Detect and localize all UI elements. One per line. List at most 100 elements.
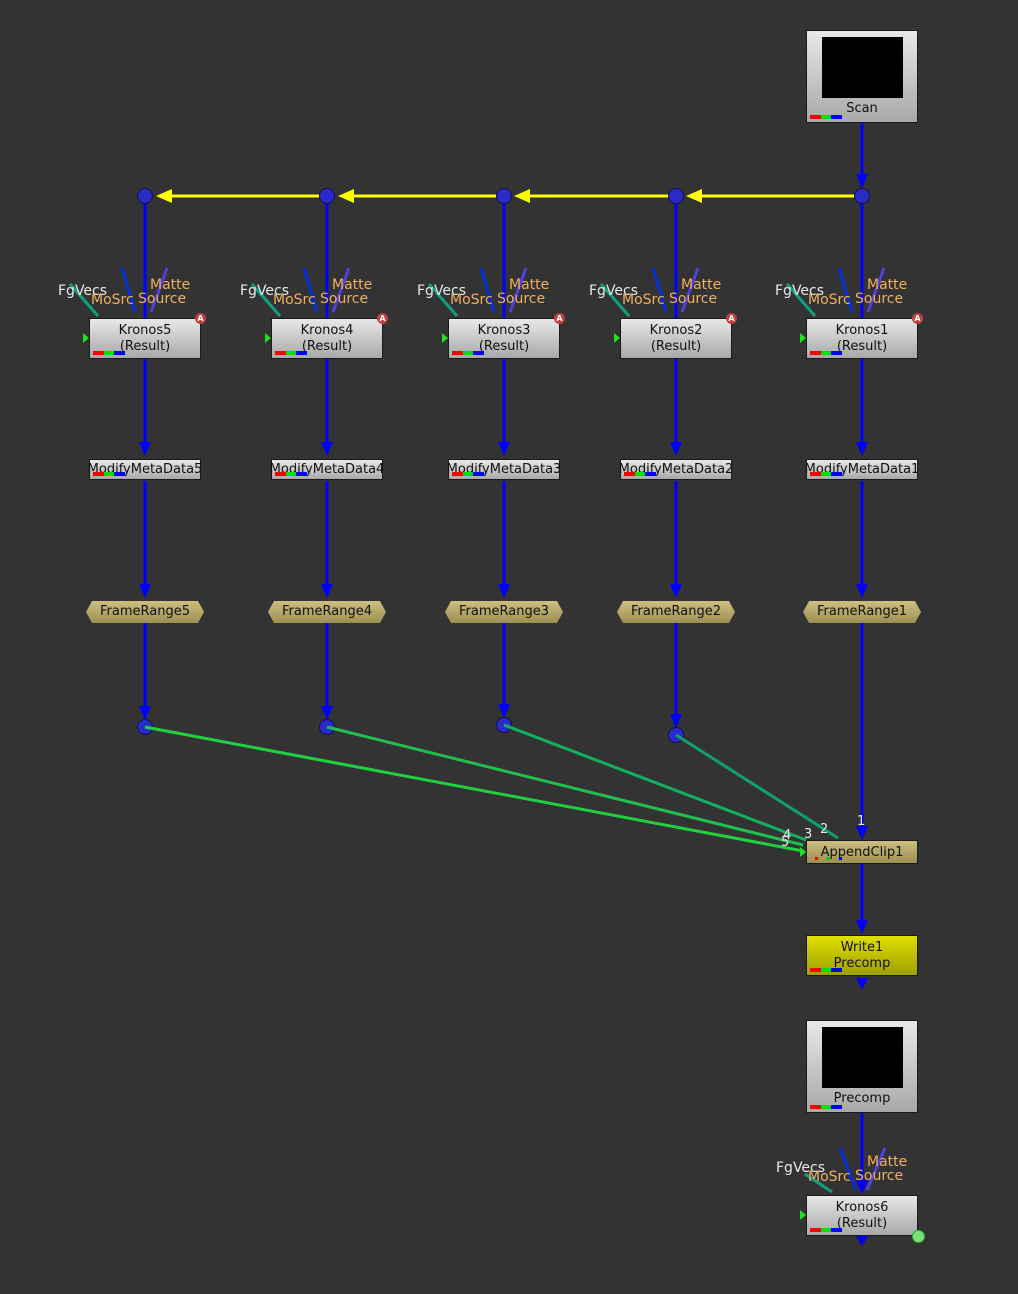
input-label-source: Source	[497, 291, 546, 307]
arrowhead	[139, 442, 151, 456]
mask-input-arrow[interactable]	[800, 1210, 806, 1220]
node-label: ModifyMetaData3	[446, 462, 562, 477]
arrowhead	[670, 714, 682, 728]
read-node-precomp[interactable]: Precomp	[806, 1020, 918, 1113]
node-label: Kronos5	[118, 323, 172, 338]
viewer-indicator-icon	[912, 1230, 925, 1243]
channel-indicator	[810, 968, 843, 972]
arrowhead	[139, 706, 151, 720]
appendclip-node[interactable]: AppendClip1	[800, 840, 918, 864]
channel-indicator	[810, 472, 843, 476]
arrowhead	[498, 584, 510, 598]
node-label: Kronos4	[300, 323, 354, 338]
channel-indicator	[452, 472, 485, 476]
input-label-mosrc: MoSrc	[808, 1169, 851, 1185]
framerange-node-5[interactable]: FrameRange5	[86, 601, 204, 623]
dot-node[interactable]	[137, 188, 153, 204]
input-label-mosrc: MoSrc	[273, 292, 316, 308]
kronos-node-5[interactable]: Kronos5 (Result) A	[83, 313, 206, 359]
dot-node[interactable]	[496, 188, 512, 204]
channel-indicator	[624, 472, 657, 476]
mask-input-arrow[interactable]	[442, 333, 448, 343]
channel-indicator	[93, 351, 126, 355]
read-node-scan[interactable]: Scan	[806, 30, 918, 123]
input-label-mosrc: MoSrc	[622, 292, 665, 308]
node-label: FrameRange4	[282, 604, 372, 619]
channel-indicator	[815, 856, 845, 860]
modifymetadata-node-1[interactable]: ModifyMetaData1	[805, 459, 919, 480]
node-label: Kronos1	[835, 323, 889, 338]
input-label-source: Source	[855, 1168, 904, 1184]
animation-badge-icon: A	[554, 313, 565, 324]
framerange-node-1[interactable]: FrameRange1	[803, 601, 921, 623]
mask-input-arrow[interactable]	[83, 333, 89, 343]
write-node[interactable]: Write1 Precomp	[806, 935, 918, 976]
append-links	[144, 723, 839, 853]
input-label-mosrc: MoSrc	[450, 292, 493, 308]
input-label-source: Source	[138, 291, 187, 307]
node-label: FrameRange5	[100, 604, 190, 619]
animation-badge-icon: A	[912, 313, 923, 324]
input-label-source: Source	[669, 291, 718, 307]
node-label: Kronos6	[835, 1200, 889, 1215]
channel-indicator	[810, 115, 843, 119]
input-label-mosrc: MoSrc	[808, 292, 851, 308]
channel-indicator	[810, 1228, 843, 1232]
arrowhead	[670, 442, 682, 456]
dot-node[interactable]	[854, 188, 870, 204]
node-sublabel: (Result)	[650, 339, 702, 354]
animation-badge-icon: A	[377, 313, 388, 324]
append-input-label-1: 1	[857, 814, 866, 829]
node-label: ModifyMetaData4	[269, 462, 385, 477]
arrowhead	[321, 442, 333, 456]
input-label-source: Source	[320, 291, 369, 307]
node-label: FrameRange2	[631, 604, 721, 619]
kronos-node-6[interactable]: Kronos6 (Result)	[800, 1195, 925, 1243]
thumbnail	[822, 1027, 903, 1088]
node-label: ModifyMetaData5	[87, 462, 203, 477]
arrowhead	[856, 584, 868, 598]
node-label: FrameRange1	[817, 604, 907, 619]
dot-node[interactable]	[319, 188, 335, 204]
arrowhead	[139, 584, 151, 598]
node-label: ModifyMetaData2	[618, 462, 734, 477]
node-label: Kronos3	[477, 323, 531, 338]
modifymetadata-node-2[interactable]: ModifyMetaData2	[619, 459, 733, 480]
node-label: Write1	[840, 940, 884, 955]
modifymetadata-node-3[interactable]: ModifyMetaData3	[447, 459, 561, 480]
kronos-node-2[interactable]: Kronos2 (Result) A	[614, 313, 737, 359]
channel-indicator	[93, 472, 126, 476]
channel-indicator	[275, 351, 308, 355]
dot-node[interactable]	[668, 188, 684, 204]
animation-badge-icon: A	[726, 313, 737, 324]
node-label: FrameRange3	[459, 604, 549, 619]
arrowhead	[856, 442, 868, 456]
channel-indicator	[810, 1105, 843, 1109]
arrowhead	[321, 706, 333, 720]
channel-indicator	[452, 351, 485, 355]
mask-input-arrow[interactable]	[800, 333, 806, 343]
framerange-node-3[interactable]: FrameRange3	[445, 601, 563, 623]
modifymetadata-node-4[interactable]: ModifyMetaData4	[270, 459, 384, 480]
arrowhead	[498, 442, 510, 456]
node-label: AppendClip1	[820, 845, 904, 860]
kronos-node-4[interactable]: Kronos4 (Result) A	[265, 313, 388, 359]
framerange-node-4[interactable]: FrameRange4	[268, 601, 386, 623]
channel-indicator	[810, 351, 843, 355]
arrowhead	[856, 174, 868, 188]
channel-indicator	[275, 472, 308, 476]
kronos-node-1[interactable]: Kronos1 (Result) A	[800, 313, 923, 359]
append-input-label-3: 3	[804, 827, 813, 842]
arrowhead	[321, 584, 333, 598]
modifymetadata-node-5[interactable]: ModifyMetaData5	[88, 459, 202, 480]
arrowhead	[670, 584, 682, 598]
input-label-mosrc: MoSrc	[91, 292, 134, 308]
append-input-label-5: 5	[781, 835, 790, 850]
mask-input-arrow[interactable]	[800, 847, 806, 857]
framerange-node-2[interactable]: FrameRange2	[617, 601, 735, 623]
node-label: Kronos2	[649, 323, 703, 338]
arrowhead	[498, 704, 510, 718]
mask-input-arrow[interactable]	[614, 333, 620, 343]
kronos-node-3[interactable]: Kronos3 (Result) A	[442, 313, 565, 359]
mask-input-arrow[interactable]	[265, 333, 271, 343]
